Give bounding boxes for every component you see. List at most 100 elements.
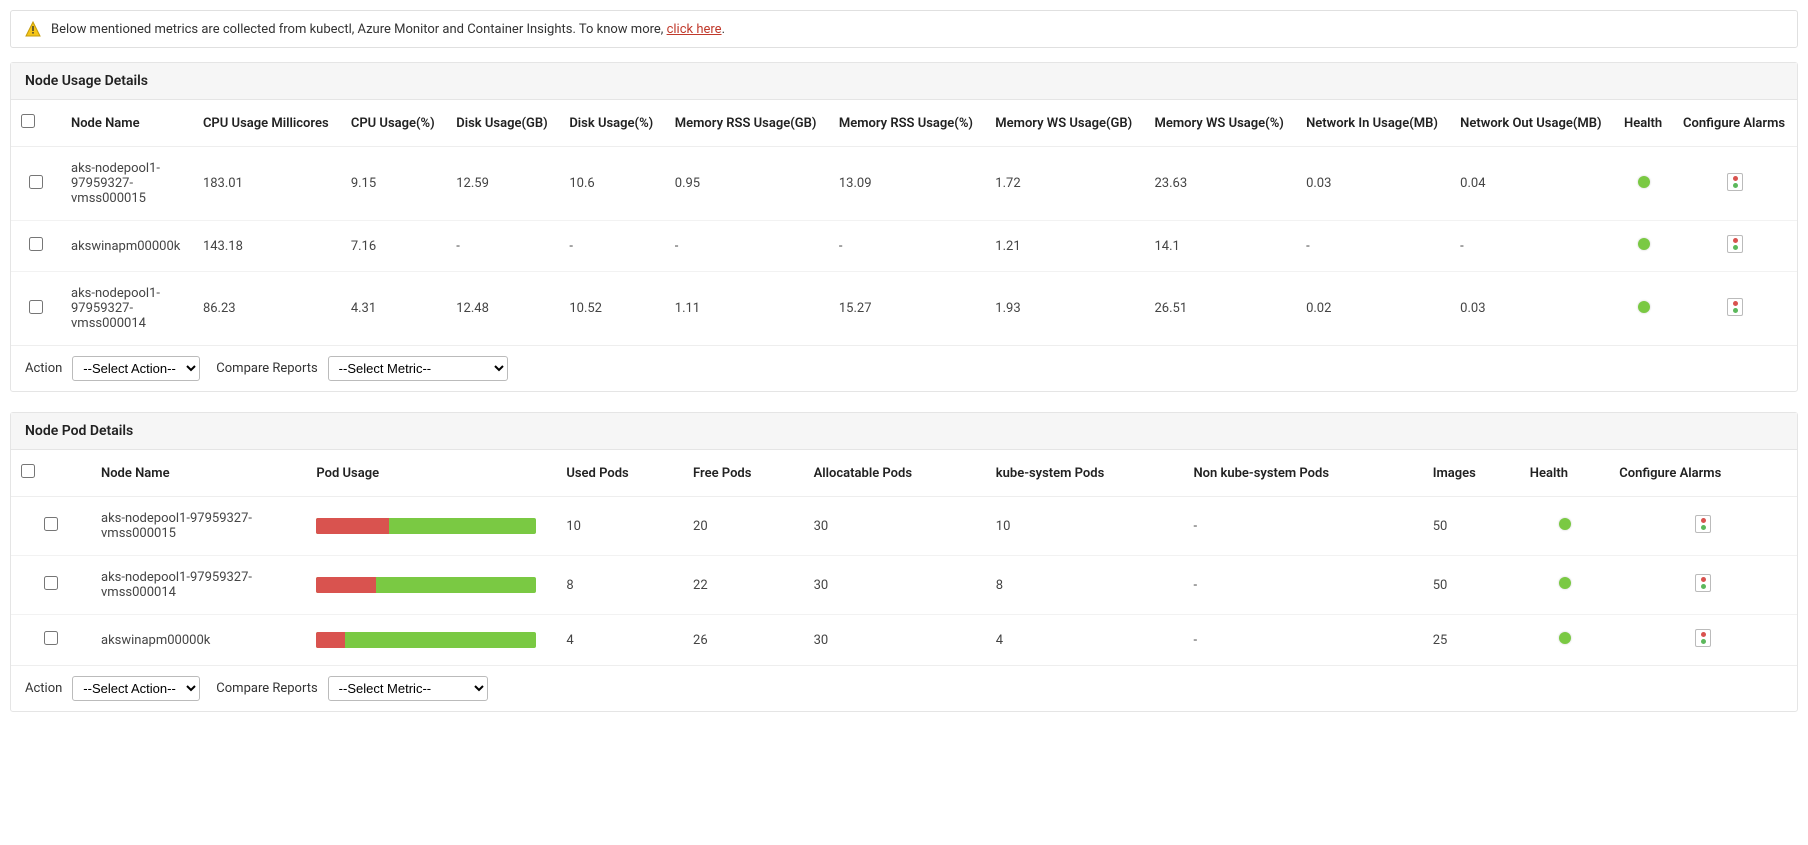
nonkube-pods: - — [1183, 497, 1422, 556]
action-label: Action — [25, 681, 62, 696]
node-name[interactable]: aks-nodepool1-97959327-vmss000014 — [61, 272, 193, 346]
column-header[interactable]: Memory WS Usage(GB) — [985, 100, 1144, 147]
column-header[interactable]: Memory RSS Usage(GB) — [665, 100, 829, 147]
rss-pct: - — [829, 221, 985, 272]
disk-pct: 10.6 — [559, 147, 664, 221]
images: 50 — [1423, 556, 1520, 615]
pod-usage-bar — [316, 577, 536, 593]
column-header[interactable]: Node Name — [91, 450, 306, 497]
disk-pct: 10.52 — [559, 272, 664, 346]
column-header[interactable]: CPU Usage(%) — [341, 100, 446, 147]
column-header[interactable]: Node Name — [61, 100, 193, 147]
select-all-checkbox[interactable] — [21, 114, 35, 128]
disk-gb: 12.59 — [446, 147, 559, 221]
column-header[interactable] — [11, 450, 91, 497]
column-header[interactable]: Disk Usage(GB) — [446, 100, 559, 147]
column-header[interactable]: Disk Usage(%) — [559, 100, 664, 147]
configure-alarm-icon[interactable] — [1695, 629, 1711, 647]
ws-gb: 1.93 — [985, 272, 1144, 346]
node-name[interactable]: aks-nodepool1-97959327-vmss000015 — [61, 147, 193, 221]
images: 25 — [1423, 615, 1520, 666]
table-row: aks-nodepool1-97959327-vmss000014822308-… — [11, 556, 1797, 615]
cpu-millicores: 86.23 — [193, 272, 341, 346]
ws-pct: 26.51 — [1145, 272, 1297, 346]
pod-usage-bar — [316, 632, 536, 648]
rss-gb: 1.11 — [665, 272, 829, 346]
ws-pct: 14.1 — [1145, 221, 1297, 272]
column-header[interactable]: CPU Usage Millicores — [193, 100, 341, 147]
column-header[interactable]: Health — [1614, 100, 1673, 147]
rss-gb: 0.95 — [665, 147, 829, 221]
node-usage-panel: Node Usage Details Node NameCPU Usage Mi… — [10, 62, 1798, 392]
configure-alarm-icon[interactable] — [1695, 574, 1711, 592]
node-name[interactable]: akswinapm00000k — [91, 615, 306, 666]
rss-gb: - — [665, 221, 829, 272]
table-row: aks-nodepool1-97959327-vmss000015183.019… — [11, 147, 1797, 221]
action-select[interactable]: --Select Action-- — [72, 676, 200, 701]
free-pods: 26 — [683, 615, 804, 666]
ws-gb: 1.72 — [985, 147, 1144, 221]
row-checkbox[interactable] — [29, 300, 43, 314]
used-pods: 4 — [556, 615, 683, 666]
nonkube-pods: - — [1183, 556, 1422, 615]
configure-alarm-icon[interactable] — [1727, 298, 1743, 316]
net-out: - — [1450, 221, 1614, 272]
column-header[interactable]: Non kube-system Pods — [1183, 450, 1422, 497]
configure-alarm-icon[interactable] — [1727, 173, 1743, 191]
pod-usage-bar — [316, 518, 536, 534]
ws-gb: 1.21 — [985, 221, 1144, 272]
row-checkbox[interactable] — [29, 175, 43, 189]
column-header[interactable]: Network Out Usage(MB) — [1450, 100, 1614, 147]
rss-pct: 15.27 — [829, 272, 985, 346]
action-label: Action — [25, 361, 62, 376]
node-name[interactable]: aks-nodepool1-97959327-vmss000014 — [91, 556, 306, 615]
configure-alarm-icon[interactable] — [1727, 235, 1743, 253]
row-checkbox[interactable] — [44, 517, 58, 531]
action-select[interactable]: --Select Action-- — [72, 356, 200, 381]
net-in: 0.02 — [1296, 272, 1450, 346]
alloc-pods: 30 — [804, 497, 986, 556]
column-header[interactable]: Used Pods — [556, 450, 683, 497]
configure-alarm-icon[interactable] — [1695, 515, 1711, 533]
column-header[interactable]: Memory WS Usage(%) — [1145, 100, 1297, 147]
warning-icon — [25, 21, 41, 37]
compare-label: Compare Reports — [216, 681, 317, 696]
cpu-millicores: 183.01 — [193, 147, 341, 221]
node-usage-table: Node NameCPU Usage MillicoresCPU Usage(%… — [11, 100, 1797, 345]
compare-select[interactable]: --Select Metric-- — [328, 356, 508, 381]
row-checkbox[interactable] — [44, 576, 58, 590]
action-bar: Action --Select Action-- Compare Reports… — [11, 665, 1797, 711]
node-name[interactable]: aks-nodepool1-97959327-vmss000015 — [91, 497, 306, 556]
column-header[interactable]: Memory RSS Usage(%) — [829, 100, 985, 147]
health-status-icon — [1638, 301, 1650, 313]
row-checkbox[interactable] — [44, 631, 58, 645]
node-pod-table: Node NamePod UsageUsed PodsFree PodsAllo… — [11, 450, 1797, 665]
net-out: 0.04 — [1450, 147, 1614, 221]
node-name[interactable]: akswinapm00000k — [61, 221, 193, 272]
cpu-pct: 4.31 — [341, 272, 446, 346]
column-header[interactable]: Allocatable Pods — [804, 450, 986, 497]
disk-pct: - — [559, 221, 664, 272]
column-header[interactable]: Free Pods — [683, 450, 804, 497]
column-header[interactable]: Pod Usage — [306, 450, 556, 497]
alloc-pods: 30 — [804, 615, 986, 666]
compare-label: Compare Reports — [216, 361, 317, 376]
info-link[interactable]: click here — [667, 22, 722, 37]
kube-pods: 10 — [986, 497, 1184, 556]
health-status-icon — [1638, 238, 1650, 250]
compare-select[interactable]: --Select Metric-- — [328, 676, 488, 701]
column-header[interactable]: Configure Alarms — [1609, 450, 1797, 497]
select-all-checkbox[interactable] — [21, 464, 35, 478]
row-checkbox[interactable] — [29, 237, 43, 251]
action-bar: Action --Select Action-- Compare Reports… — [11, 345, 1797, 391]
column-header[interactable] — [11, 100, 61, 147]
column-header[interactable]: Configure Alarms — [1673, 100, 1797, 147]
column-header[interactable]: Health — [1520, 450, 1609, 497]
column-header[interactable]: kube-system Pods — [986, 450, 1184, 497]
column-header[interactable]: Network In Usage(MB) — [1296, 100, 1450, 147]
column-header[interactable]: Images — [1423, 450, 1520, 497]
alloc-pods: 30 — [804, 556, 986, 615]
table-row: aks-nodepool1-97959327-vmss0000151020301… — [11, 497, 1797, 556]
info-text: Below mentioned metrics are collected fr… — [51, 22, 725, 37]
net-out: 0.03 — [1450, 272, 1614, 346]
